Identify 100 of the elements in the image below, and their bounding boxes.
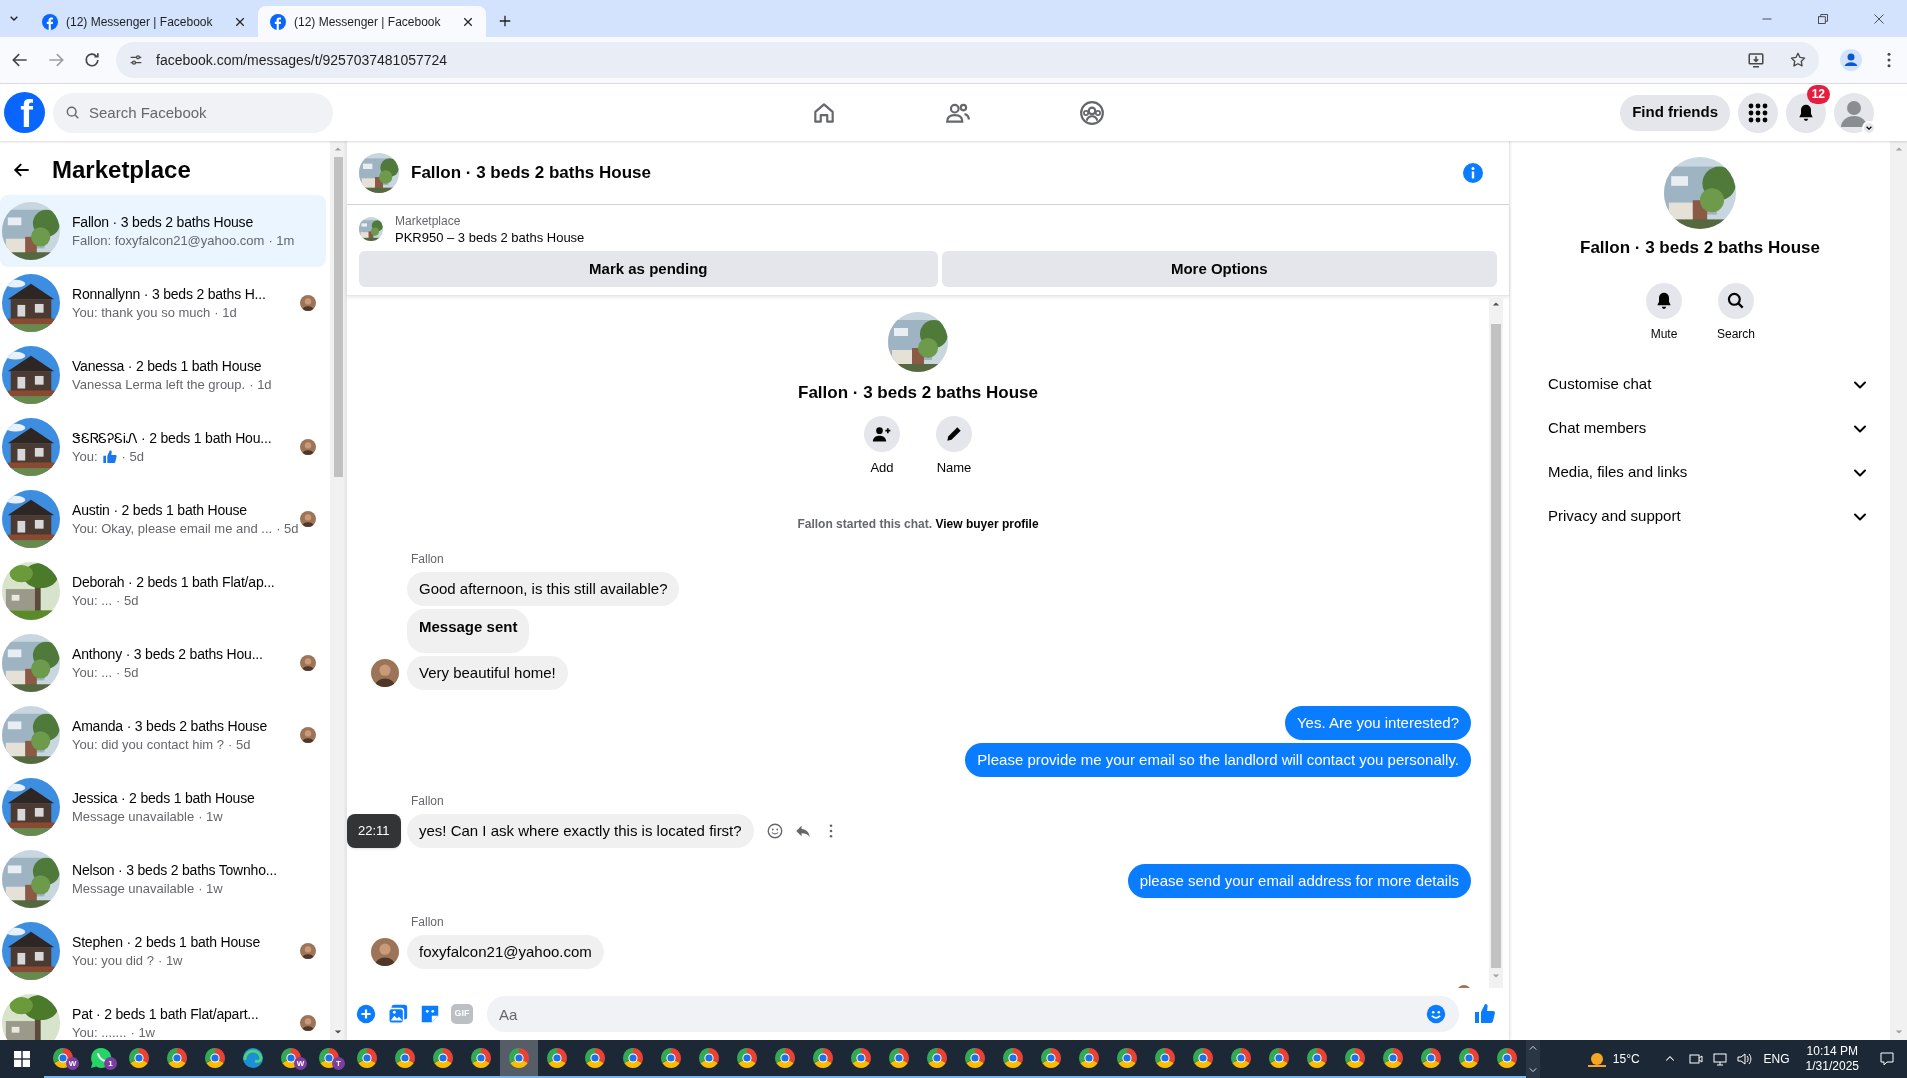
- taskbar-button[interactable]: 1: [82, 1040, 120, 1078]
- section-header[interactable]: Chat members: [1526, 406, 1874, 451]
- scroll-down-icon[interactable]: [334, 1028, 342, 1036]
- message-bubble: Please provide me your email so the landlord will contact you personally.: [965, 743, 1471, 777]
- conversation-title: Deborah · 2 beds 1 bath Flat/ap...: [72, 573, 276, 592]
- browser-icon: [925, 1046, 949, 1070]
- conversation-title: Vanessa · 2 beds 1 bath House: [72, 357, 263, 376]
- message-bubble: please send your email address for more details: [1127, 864, 1471, 898]
- people-circle-icon[interactable]: [1078, 99, 1105, 126]
- taskbar-button[interactable]: [500, 1040, 538, 1078]
- message-preview: You: Okay, please email me and ...: [72, 520, 273, 538]
- section-header[interactable]: Media, files and links: [1526, 450, 1874, 495]
- message-preview: Message unavailable: [72, 880, 195, 898]
- volume-icon[interactable]: [1735, 1051, 1752, 1067]
- browser-icon: [811, 1046, 835, 1070]
- conversation-title: Amanda · 3 beds 2 baths House: [72, 717, 268, 736]
- section-header[interactable]: Customise chat: [1526, 362, 1874, 407]
- browser-icon: [165, 1046, 189, 1070]
- notification-icon[interactable]: [1879, 1051, 1895, 1067]
- taskbar-button[interactable]: W: [272, 1040, 310, 1078]
- info-icon[interactable]: [1461, 160, 1485, 185]
- grid-icon: [1748, 102, 1768, 123]
- browser-icon: [773, 1046, 797, 1070]
- facebook-logo[interactable]: f: [4, 92, 45, 133]
- browser-icon: [1343, 1046, 1367, 1070]
- image-icon[interactable]: [387, 1003, 409, 1025]
- add-button[interactable]: [864, 415, 900, 452]
- message-bubble: Yes. Are you interested?: [1284, 706, 1471, 740]
- browser-icon: [963, 1046, 987, 1070]
- facebook-icon: [270, 13, 286, 30]
- sticker-icon[interactable]: [419, 1003, 441, 1025]
- scroll-up-icon[interactable]: [1529, 1044, 1537, 1052]
- action-label: Search: [1717, 325, 1755, 343]
- emoji-icon[interactable]: [765, 822, 784, 840]
- message-bubble: Good afternoon, is this still available?: [407, 572, 680, 606]
- chat-title: Fallon · 3 beds 2 baths House: [411, 161, 652, 184]
- message-time: · 1d: [249, 376, 272, 394]
- sender-name: Fallon: [411, 914, 445, 930]
- taskbar-button[interactable]: W: [44, 1040, 82, 1078]
- message-time: · 5d: [121, 448, 144, 466]
- search-button[interactable]: [1718, 282, 1754, 319]
- browser-tab[interactable]: (12) Messenger | Facebook: [30, 6, 258, 37]
- mute-button[interactable]: [1646, 282, 1682, 319]
- search-icon: [1726, 290, 1746, 311]
- browser-icon: [621, 1046, 645, 1070]
- view-buyer-profile-link[interactable]: View buyer profile: [935, 517, 1039, 531]
- network-icon[interactable]: [1711, 1051, 1728, 1067]
- menu-button[interactable]: [1738, 92, 1778, 133]
- message-preview: Vanessa Lerma left the group.: [72, 376, 246, 394]
- message-preview: Message unavailable: [72, 808, 195, 826]
- taskbar-button[interactable]: T: [310, 1040, 348, 1078]
- action-button[interactable]: Mark as pending: [359, 251, 938, 287]
- browser-icon: [203, 1046, 227, 1070]
- section-header[interactable]: Privacy and support: [1526, 494, 1874, 539]
- browser-tab[interactable]: (12) Messenger | Facebook: [258, 6, 486, 37]
- clock-date: 1/31/2025: [1805, 1059, 1859, 1074]
- profile-icon[interactable]: [1839, 48, 1863, 72]
- conversation-title: ᏕᏋᏒᏋᎮᏋᎥᏁ · 2 beds 1 bath Hou...: [72, 429, 273, 448]
- scroll-down-icon[interactable]: [1529, 1066, 1537, 1074]
- conversation-title: Stephen · 2 beds 1 bath House: [72, 933, 261, 952]
- bookmark-star-icon[interactable]: [1789, 51, 1807, 69]
- install-icon[interactable]: [1747, 51, 1765, 69]
- address-bar[interactable]: facebook.com/messages/t/9257037481057724: [116, 42, 1819, 78]
- plus-icon[interactable]: [355, 1003, 377, 1025]
- emoji-icon[interactable]: [1425, 1003, 1447, 1025]
- message-time: · 5d: [228, 736, 251, 754]
- browser-icon: [1381, 1046, 1405, 1070]
- camera-icon[interactable]: [1687, 1051, 1704, 1067]
- browser-icon: [507, 1046, 531, 1070]
- conversation-title: Nelson · 3 beds 2 baths Townho...: [72, 861, 278, 880]
- message-input[interactable]: Aa: [487, 996, 1459, 1032]
- close-icon[interactable]: [1873, 12, 1885, 25]
- message-time: · 1m: [268, 232, 295, 250]
- like-icon[interactable]: [1473, 1002, 1497, 1026]
- conversation-title: Pat · 2 beds 1 bath Flat/apart...: [72, 1005, 260, 1024]
- site-settings-icon[interactable]: [128, 52, 144, 68]
- language-indicator[interactable]: ENG: [1763, 1050, 1790, 1068]
- conversation-item[interactable]: Fallon · 3 beds 2 baths House Fallon: foxyfalcon21@yahoo.com · 1m: [0, 195, 326, 267]
- restore-icon[interactable]: [1817, 12, 1829, 25]
- scrollbar-thumb[interactable]: [333, 157, 343, 477]
- scrollbar-thumb[interactable]: [1491, 324, 1501, 968]
- facebook-icon: [42, 13, 58, 30]
- conversation-title: Ronnallynn · 3 beds 2 baths H...: [72, 285, 267, 304]
- browser-icon: [697, 1046, 721, 1070]
- close-icon[interactable]: [234, 15, 246, 28]
- conversation-title: Austin · 2 beds 1 bath House: [72, 501, 248, 520]
- browser-icon: [1191, 1046, 1215, 1070]
- browser-icon: [1495, 1046, 1519, 1070]
- reload-icon[interactable]: [82, 50, 102, 70]
- search-field[interactable]: Search Facebook: [53, 92, 333, 133]
- new-tab-icon[interactable]: [498, 14, 512, 28]
- browser-icon: [583, 1046, 607, 1070]
- message-preview: You: you did ?: [72, 952, 154, 970]
- name-button[interactable]: [936, 415, 972, 452]
- action-button[interactable]: More Options: [941, 251, 1497, 287]
- find-friends-button[interactable]: Find friends: [1620, 94, 1730, 131]
- action-label: Mute: [1650, 325, 1678, 343]
- clock-time: 10:14 PM: [1806, 1044, 1858, 1059]
- close-icon[interactable]: [462, 15, 474, 28]
- scroll-up-icon[interactable]: [1492, 300, 1500, 308]
